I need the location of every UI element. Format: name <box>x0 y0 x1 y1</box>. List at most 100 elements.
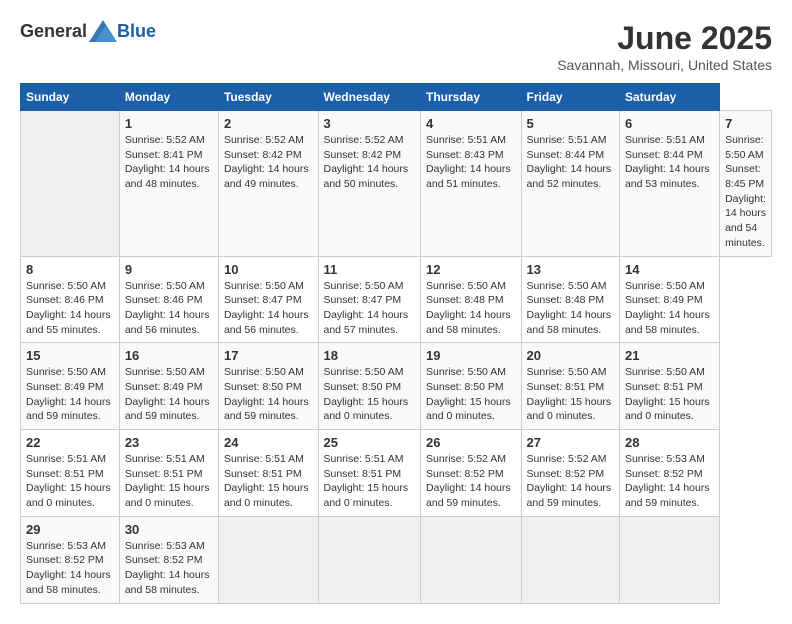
week-row-4: 22 Sunrise: 5:51 AMSunset: 8:51 PMDaylig… <box>21 430 772 517</box>
day-cell <box>421 516 522 603</box>
logo: General Blue <box>20 20 156 42</box>
day-number: 27 <box>527 435 614 450</box>
col-header-saturday: Saturday <box>619 84 719 111</box>
day-number: 24 <box>224 435 313 450</box>
day-cell: 5 Sunrise: 5:51 AMSunset: 8:44 PMDayligh… <box>521 111 619 257</box>
day-cell: 3 Sunrise: 5:52 AMSunset: 8:42 PMDayligh… <box>318 111 421 257</box>
day-number: 30 <box>125 522 213 537</box>
day-number: 22 <box>26 435 114 450</box>
day-cell: 6 Sunrise: 5:51 AMSunset: 8:44 PMDayligh… <box>619 111 719 257</box>
day-cell: 12 Sunrise: 5:50 AMSunset: 8:48 PMDaylig… <box>421 256 522 343</box>
day-cell <box>619 516 719 603</box>
day-number: 8 <box>26 262 114 277</box>
col-header-thursday: Thursday <box>421 84 522 111</box>
day-cell: 18 Sunrise: 5:50 AMSunset: 8:50 PMDaylig… <box>318 343 421 430</box>
day-number: 26 <box>426 435 516 450</box>
day-info: Sunrise: 5:50 AMSunset: 8:47 PMDaylight:… <box>224 280 309 336</box>
day-info: Sunrise: 5:53 AMSunset: 8:52 PMDaylight:… <box>125 540 210 596</box>
day-number: 19 <box>426 348 516 363</box>
day-info: Sunrise: 5:50 AMSunset: 8:48 PMDaylight:… <box>426 280 511 336</box>
day-cell <box>218 516 318 603</box>
day-info: Sunrise: 5:50 AMSunset: 8:50 PMDaylight:… <box>324 366 409 422</box>
logo-icon <box>89 20 117 42</box>
day-cell: 16 Sunrise: 5:50 AMSunset: 8:49 PMDaylig… <box>119 343 218 430</box>
day-number: 5 <box>527 116 614 131</box>
day-cell: 15 Sunrise: 5:50 AMSunset: 8:49 PMDaylig… <box>21 343 120 430</box>
day-number: 6 <box>625 116 714 131</box>
week-row-1: 1 Sunrise: 5:52 AMSunset: 8:41 PMDayligh… <box>21 111 772 257</box>
day-number: 7 <box>725 116 766 131</box>
day-cell <box>318 516 421 603</box>
col-header-monday: Monday <box>119 84 218 111</box>
day-info: Sunrise: 5:51 AMSunset: 8:51 PMDaylight:… <box>224 453 309 509</box>
day-info: Sunrise: 5:52 AMSunset: 8:52 PMDaylight:… <box>426 453 511 509</box>
day-info: Sunrise: 5:50 AMSunset: 8:45 PMDaylight:… <box>725 134 766 249</box>
calendar-subtitle: Savannah, Missouri, United States <box>557 57 772 73</box>
day-cell: 1 Sunrise: 5:52 AMSunset: 8:41 PMDayligh… <box>119 111 218 257</box>
logo-blue: Blue <box>117 21 156 42</box>
day-number: 17 <box>224 348 313 363</box>
day-number: 20 <box>527 348 614 363</box>
col-header-tuesday: Tuesday <box>218 84 318 111</box>
week-row-5: 29 Sunrise: 5:53 AMSunset: 8:52 PMDaylig… <box>21 516 772 603</box>
day-info: Sunrise: 5:52 AMSunset: 8:41 PMDaylight:… <box>125 134 210 190</box>
day-number: 23 <box>125 435 213 450</box>
day-cell: 27 Sunrise: 5:52 AMSunset: 8:52 PMDaylig… <box>521 430 619 517</box>
day-cell: 24 Sunrise: 5:51 AMSunset: 8:51 PMDaylig… <box>218 430 318 517</box>
day-cell <box>521 516 619 603</box>
day-number: 4 <box>426 116 516 131</box>
col-header-friday: Friday <box>521 84 619 111</box>
day-cell: 26 Sunrise: 5:52 AMSunset: 8:52 PMDaylig… <box>421 430 522 517</box>
day-info: Sunrise: 5:50 AMSunset: 8:49 PMDaylight:… <box>625 280 710 336</box>
page-header: General Blue June 2025 Savannah, Missour… <box>20 20 772 73</box>
day-cell: 19 Sunrise: 5:50 AMSunset: 8:50 PMDaylig… <box>421 343 522 430</box>
day-cell: 14 Sunrise: 5:50 AMSunset: 8:49 PMDaylig… <box>619 256 719 343</box>
day-number: 3 <box>324 116 416 131</box>
day-cell: 28 Sunrise: 5:53 AMSunset: 8:52 PMDaylig… <box>619 430 719 517</box>
day-number: 28 <box>625 435 714 450</box>
calendar-title: June 2025 <box>557 20 772 57</box>
day-info: Sunrise: 5:53 AMSunset: 8:52 PMDaylight:… <box>26 540 111 596</box>
day-number: 1 <box>125 116 213 131</box>
logo-general: General <box>20 21 87 42</box>
day-info: Sunrise: 5:51 AMSunset: 8:44 PMDaylight:… <box>625 134 710 190</box>
day-info: Sunrise: 5:52 AMSunset: 8:42 PMDaylight:… <box>324 134 409 190</box>
day-info: Sunrise: 5:50 AMSunset: 8:50 PMDaylight:… <box>224 366 309 422</box>
week-row-3: 15 Sunrise: 5:50 AMSunset: 8:49 PMDaylig… <box>21 343 772 430</box>
day-info: Sunrise: 5:50 AMSunset: 8:48 PMDaylight:… <box>527 280 612 336</box>
day-number: 29 <box>26 522 114 537</box>
day-number: 15 <box>26 348 114 363</box>
day-info: Sunrise: 5:50 AMSunset: 8:46 PMDaylight:… <box>26 280 111 336</box>
day-info: Sunrise: 5:52 AMSunset: 8:52 PMDaylight:… <box>527 453 612 509</box>
col-header-wednesday: Wednesday <box>318 84 421 111</box>
day-cell: 20 Sunrise: 5:50 AMSunset: 8:51 PMDaylig… <box>521 343 619 430</box>
day-cell: 4 Sunrise: 5:51 AMSunset: 8:43 PMDayligh… <box>421 111 522 257</box>
day-info: Sunrise: 5:50 AMSunset: 8:46 PMDaylight:… <box>125 280 210 336</box>
day-number: 2 <box>224 116 313 131</box>
week-row-2: 8 Sunrise: 5:50 AMSunset: 8:46 PMDayligh… <box>21 256 772 343</box>
day-info: Sunrise: 5:50 AMSunset: 8:49 PMDaylight:… <box>26 366 111 422</box>
day-cell: 2 Sunrise: 5:52 AMSunset: 8:42 PMDayligh… <box>218 111 318 257</box>
day-number: 18 <box>324 348 416 363</box>
day-info: Sunrise: 5:50 AMSunset: 8:51 PMDaylight:… <box>625 366 710 422</box>
day-cell: 8 Sunrise: 5:50 AMSunset: 8:46 PMDayligh… <box>21 256 120 343</box>
day-info: Sunrise: 5:51 AMSunset: 8:44 PMDaylight:… <box>527 134 612 190</box>
day-cell: 21 Sunrise: 5:50 AMSunset: 8:51 PMDaylig… <box>619 343 719 430</box>
day-info: Sunrise: 5:51 AMSunset: 8:51 PMDaylight:… <box>26 453 111 509</box>
day-info: Sunrise: 5:50 AMSunset: 8:51 PMDaylight:… <box>527 366 612 422</box>
day-info: Sunrise: 5:51 AMSunset: 8:51 PMDaylight:… <box>324 453 409 509</box>
header-row: SundayMondayTuesdayWednesdayThursdayFrid… <box>21 84 772 111</box>
day-info: Sunrise: 5:51 AMSunset: 8:43 PMDaylight:… <box>426 134 511 190</box>
calendar-table: SundayMondayTuesdayWednesdayThursdayFrid… <box>20 83 772 604</box>
day-cell: 7 Sunrise: 5:50 AMSunset: 8:45 PMDayligh… <box>720 111 772 257</box>
day-number: 16 <box>125 348 213 363</box>
day-info: Sunrise: 5:50 AMSunset: 8:47 PMDaylight:… <box>324 280 409 336</box>
day-cell: 17 Sunrise: 5:50 AMSunset: 8:50 PMDaylig… <box>218 343 318 430</box>
day-cell: 23 Sunrise: 5:51 AMSunset: 8:51 PMDaylig… <box>119 430 218 517</box>
day-number: 13 <box>527 262 614 277</box>
day-number: 21 <box>625 348 714 363</box>
day-number: 10 <box>224 262 313 277</box>
day-cell: 13 Sunrise: 5:50 AMSunset: 8:48 PMDaylig… <box>521 256 619 343</box>
day-number: 11 <box>324 262 416 277</box>
day-number: 12 <box>426 262 516 277</box>
